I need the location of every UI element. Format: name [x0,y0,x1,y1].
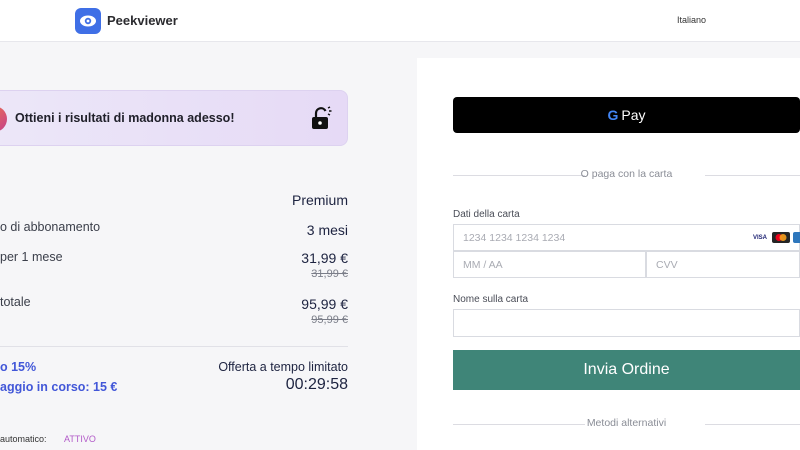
alt-methods-separator: Metodi alternativi [453,417,800,431]
google-pay-label: Pay [621,107,646,123]
alt-methods-text: Metodi alternativi [586,417,667,429]
card-brand-icons: VISA [751,232,800,243]
visa-icon: VISA [751,232,769,243]
google-pay-button[interactable]: G Pay [453,97,800,133]
duration-label: o di abbonamento [0,220,101,234]
card-number-input[interactable] [453,224,800,251]
expiry-input[interactable] [453,251,646,278]
promo-banner: Ottieni i risultati di madonna adesso! [0,90,348,146]
total-value: 95,99 € [301,296,348,312]
plan-name: Premium [291,192,348,208]
name-on-card-label: Nome sulla carta [453,294,529,305]
auto-renew-label: automatico: [0,434,47,444]
promo-text: Ottieni i risultati di madonna adesso! [15,111,235,125]
countdown-timer: 00:29:58 [285,376,348,393]
unlock-icon [312,106,332,129]
summary-divider [0,346,348,347]
auto-renew-status[interactable]: ATTIVO [64,434,96,444]
mastercard-icon [772,232,790,243]
avatar [0,106,7,132]
discount-saving: aggio in corso: 15 € [0,380,118,394]
discount-percent: o 15% [0,360,37,374]
monthly-price-label: per 1 mese [0,250,63,264]
monthly-price-value: 31,99 € [301,250,348,266]
order-summary-panel: Ottieni i risultati di madonna adesso! P… [0,42,417,450]
eye-logo-icon[interactable] [75,8,101,34]
submit-order-button[interactable]: Invia Ordine [453,350,800,390]
language-selector[interactable]: Italiano [677,15,706,25]
limited-offer-label: Offerta a tempo limitato [218,360,348,374]
payment-panel: G Pay O paga con la carta Dati della car… [417,58,800,450]
top-bar: Peekviewer Italiano [0,0,800,42]
card-data-label: Dati della carta [453,209,520,220]
total-old: 95,99 € [311,314,348,326]
or-card-text: O paga con la carta [580,168,673,180]
total-label: totale [0,295,31,309]
amex-icon [793,232,800,243]
google-g-icon: G [607,107,619,123]
duration-value: 3 mesi [306,222,348,238]
cvv-input[interactable] [646,251,800,278]
name-on-card-input[interactable] [453,309,800,337]
brand-name[interactable]: Peekviewer [107,13,178,28]
monthly-price-old: 31,99 € [311,268,348,280]
or-card-separator: O paga con la carta [453,168,800,182]
